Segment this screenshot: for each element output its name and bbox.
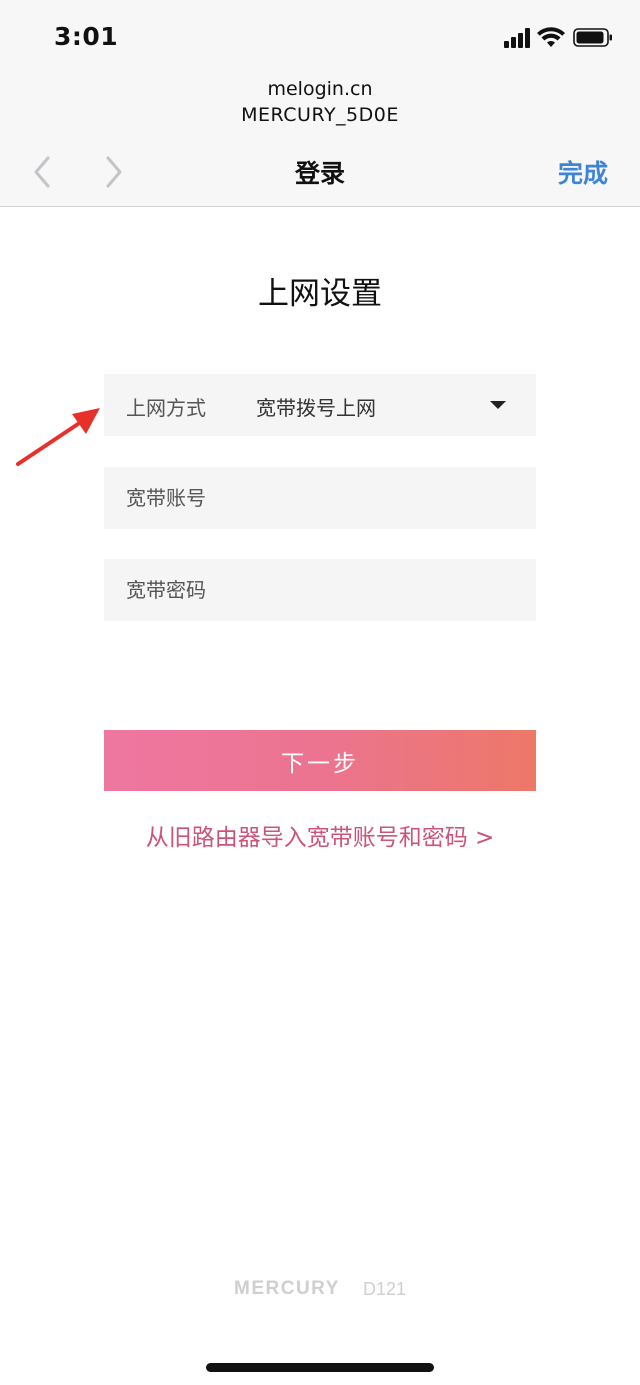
done-button[interactable]: 完成 <box>558 154 608 190</box>
page-title: 登录 <box>294 159 345 188</box>
broadband-password-field <box>104 559 536 621</box>
url-host[interactable]: melogin.cn <box>0 78 640 100</box>
broadband-account-input[interactable] <box>104 467 536 529</box>
caret-down-icon[interactable] <box>490 401 506 409</box>
status-time: 3:01 <box>54 22 119 51</box>
battery-icon <box>573 28 612 47</box>
connection-type-select[interactable]: 上网方式 宽带拨号上网 <box>104 374 536 436</box>
connection-type-value: 宽带拨号上网 <box>256 396 376 420</box>
status-icons <box>504 26 614 50</box>
next-step-button[interactable]: 下一步 <box>104 730 536 791</box>
cellular-signal-icon <box>504 28 530 48</box>
model-number: D121 <box>362 1278 406 1299</box>
red-arrow-icon <box>16 408 100 466</box>
brand-logo: MERCURY <box>234 1278 340 1299</box>
brand-footer: MERCURY D121 <box>0 1278 640 1300</box>
wifi-icon <box>537 27 565 47</box>
import-from-old-router-link[interactable]: 从旧路由器导入宽带账号和密码 > <box>0 818 640 852</box>
home-indicator[interactable] <box>206 1363 434 1372</box>
network-name: MERCURY_5D0E <box>241 104 399 126</box>
section-heading: 上网设置 <box>258 276 382 312</box>
broadband-account-field <box>104 467 536 529</box>
connection-type-label: 上网方式 <box>126 396 206 420</box>
broadband-password-input[interactable] <box>104 559 536 621</box>
browser-header: 3:01 melogin.cn MERCURY_5D0E 登录 完成 <box>0 0 640 207</box>
